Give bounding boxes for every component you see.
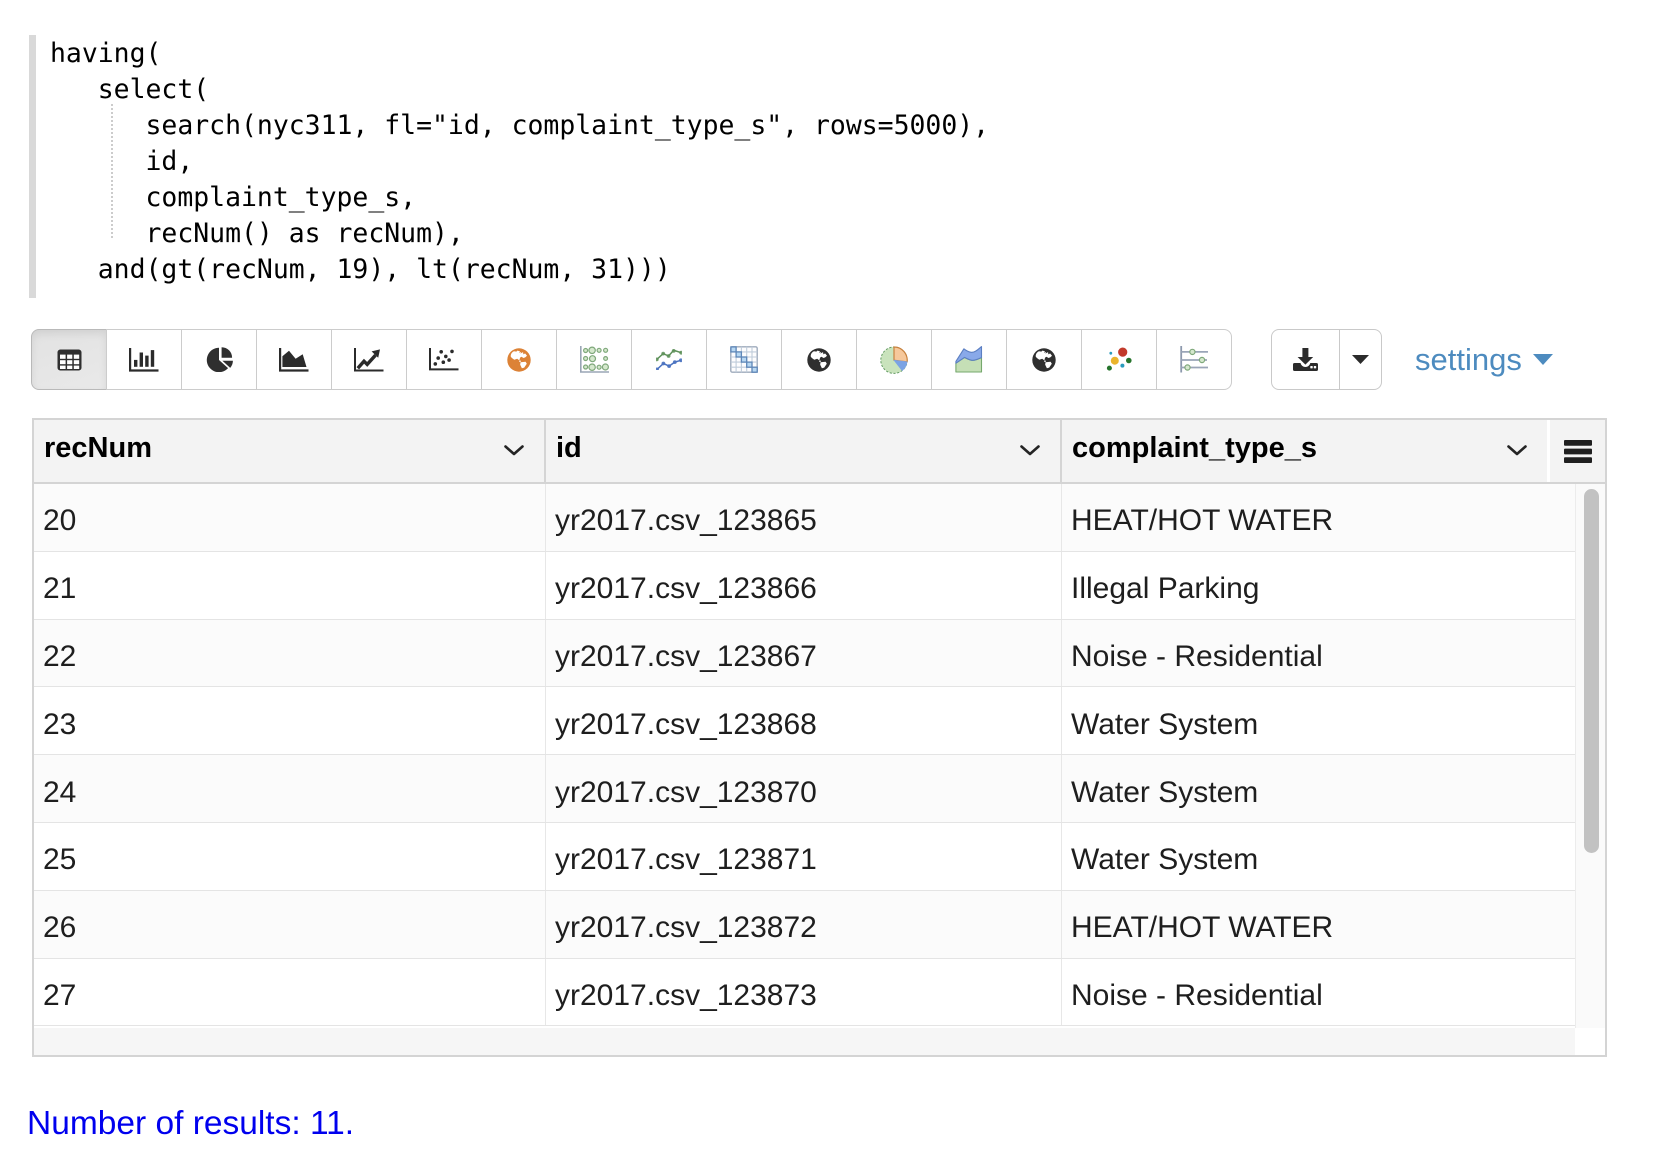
table-cell[interactable]: yr2017.csv_123870 bbox=[546, 755, 1062, 822]
vertical-scrollbar-thumb[interactable] bbox=[1584, 489, 1599, 853]
download-icon bbox=[1293, 348, 1319, 372]
viz-heatmap-button[interactable] bbox=[706, 329, 782, 390]
sliders-icon bbox=[1180, 346, 1209, 373]
table-row: 22yr2017.csv_123867Noise - Residential bbox=[34, 620, 1575, 688]
table-cell[interactable]: 26 bbox=[34, 891, 546, 958]
viz-scatter-chart-button[interactable] bbox=[406, 329, 482, 390]
table-row: 24yr2017.csv_123870Water System bbox=[34, 755, 1575, 823]
grid-menu-icon bbox=[1564, 440, 1592, 463]
colored-scatter-icon bbox=[1105, 347, 1133, 372]
settings-caret-icon bbox=[1533, 354, 1553, 365]
pie-chart-icon bbox=[206, 347, 233, 372]
table-cell[interactable]: Noise - Residential bbox=[1062, 959, 1575, 1026]
table-cell[interactable]: 24 bbox=[34, 755, 546, 822]
indent-guide bbox=[111, 104, 113, 238]
table-icon bbox=[57, 349, 82, 371]
table-cell[interactable]: yr2017.csv_123868 bbox=[546, 687, 1062, 754]
table-cell[interactable]: HEAT/HOT WATER bbox=[1062, 891, 1575, 958]
table-row: 26yr2017.csv_123872HEAT/HOT WATER bbox=[34, 891, 1575, 959]
table-cell[interactable]: 23 bbox=[34, 687, 546, 754]
code-text[interactable]: having( select( search(nyc311, fl="id, c… bbox=[50, 36, 989, 288]
pastel-pie-chart-icon bbox=[880, 346, 908, 374]
table-body: 20yr2017.csv_123865HEAT/HOT WATER21yr201… bbox=[34, 484, 1605, 1028]
multi-line-chart-icon bbox=[656, 349, 682, 370]
viz-bubble-grid-button[interactable] bbox=[556, 329, 632, 390]
vertical-scrollbar[interactable] bbox=[1575, 484, 1605, 1028]
viz-multi-line-button[interactable] bbox=[631, 329, 707, 390]
column-header-label: complaint_type_s bbox=[1072, 432, 1317, 465]
scrollbar-corner bbox=[1575, 1028, 1605, 1055]
table-cell[interactable]: yr2017.csv_123872 bbox=[546, 891, 1062, 958]
viz-scatter-color-button[interactable] bbox=[1081, 329, 1157, 390]
globe-icon bbox=[807, 348, 831, 372]
pastel-area-chart-icon bbox=[955, 346, 983, 373]
column-menu-chevron-icon bbox=[1020, 445, 1040, 456]
column-menu-chevron-icon bbox=[504, 445, 524, 456]
table-row: 27yr2017.csv_123873Noise - Residential bbox=[34, 959, 1575, 1027]
viz-sliders-button[interactable] bbox=[1156, 329, 1232, 390]
table-cell[interactable]: 25 bbox=[34, 823, 546, 890]
map-globe-icon bbox=[507, 348, 531, 372]
table-cell[interactable]: yr2017.csv_123867 bbox=[546, 620, 1062, 687]
viz-area-chart-button[interactable] bbox=[256, 329, 332, 390]
table-cell[interactable]: yr2017.csv_123866 bbox=[546, 552, 1062, 619]
settings-label: settings bbox=[1415, 342, 1522, 378]
table-cell[interactable]: yr2017.csv_123871 bbox=[546, 823, 1062, 890]
viz-pie-pastel-button[interactable] bbox=[856, 329, 932, 390]
table-row: 25yr2017.csv_123871Water System bbox=[34, 823, 1575, 891]
viz-globe-dark-button[interactable] bbox=[1006, 329, 1082, 390]
code-gutter-bar bbox=[29, 35, 36, 298]
table-header-row: recNum id complaint_type_s bbox=[34, 420, 1605, 484]
heatmap-icon bbox=[730, 346, 758, 373]
column-header-recNum[interactable]: recNum bbox=[34, 420, 546, 482]
table-cell[interactable]: Water System bbox=[1062, 755, 1575, 822]
result-table: recNum id complaint_type_s 20yr2017.csv_… bbox=[32, 418, 1607, 1057]
table-cell[interactable]: Illegal Parking bbox=[1062, 552, 1575, 619]
table-cell[interactable]: HEAT/HOT WATER bbox=[1062, 484, 1575, 551]
table-cell[interactable]: Water System bbox=[1062, 823, 1575, 890]
table-cell[interactable]: Noise - Residential bbox=[1062, 620, 1575, 687]
column-header-complaint_type_s[interactable]: complaint_type_s bbox=[1062, 420, 1547, 482]
column-header-label: id bbox=[556, 432, 582, 465]
grid-menu-button[interactable] bbox=[1550, 420, 1605, 482]
viz-button-group bbox=[31, 329, 1232, 390]
viz-table-button[interactable] bbox=[31, 329, 107, 390]
horizontal-scrollbar[interactable] bbox=[34, 1028, 1575, 1055]
column-header-label: recNum bbox=[44, 432, 152, 465]
scatter-chart-icon bbox=[429, 348, 459, 371]
table-row: 20yr2017.csv_123865HEAT/HOT WATER bbox=[34, 484, 1575, 552]
viz-bar-chart-button[interactable] bbox=[106, 329, 182, 390]
viz-pie-chart-button[interactable] bbox=[181, 329, 257, 390]
download-options-button[interactable] bbox=[1339, 329, 1382, 390]
viz-globe-dark-button[interactable] bbox=[781, 329, 857, 390]
settings-link[interactable]: settings bbox=[1415, 329, 1553, 390]
table-cell[interactable]: 27 bbox=[34, 959, 546, 1026]
table-cell[interactable]: yr2017.csv_123865 bbox=[546, 484, 1062, 551]
line-chart-icon bbox=[354, 348, 384, 372]
table-cell[interactable]: 22 bbox=[34, 620, 546, 687]
column-header-id[interactable]: id bbox=[546, 420, 1062, 482]
bar-chart-icon bbox=[129, 348, 159, 372]
bubble-grid-icon bbox=[579, 346, 610, 373]
table-row: 23yr2017.csv_123868Water System bbox=[34, 687, 1575, 755]
download-button[interactable] bbox=[1271, 329, 1340, 390]
table-footer bbox=[34, 1028, 1605, 1055]
globe-icon bbox=[1032, 348, 1056, 372]
table-cell[interactable]: yr2017.csv_123873 bbox=[546, 959, 1062, 1026]
table-cell[interactable]: 21 bbox=[34, 552, 546, 619]
table-cell[interactable]: Water System bbox=[1062, 687, 1575, 754]
area-chart-icon bbox=[279, 348, 309, 372]
table-cell[interactable]: 20 bbox=[34, 484, 546, 551]
table-row: 21yr2017.csv_123866Illegal Parking bbox=[34, 552, 1575, 620]
download-button-group bbox=[1271, 329, 1382, 390]
caret-down-icon bbox=[1352, 355, 1369, 364]
table-rows: 20yr2017.csv_123865HEAT/HOT WATER21yr201… bbox=[34, 484, 1575, 1028]
viz-globe-orange-button[interactable] bbox=[481, 329, 557, 390]
viz-area-pastel-button[interactable] bbox=[931, 329, 1007, 390]
column-menu-chevron-icon bbox=[1507, 445, 1527, 456]
viz-line-chart-button[interactable] bbox=[331, 329, 407, 390]
results-count: Number of results: 11. bbox=[27, 1105, 354, 1143]
